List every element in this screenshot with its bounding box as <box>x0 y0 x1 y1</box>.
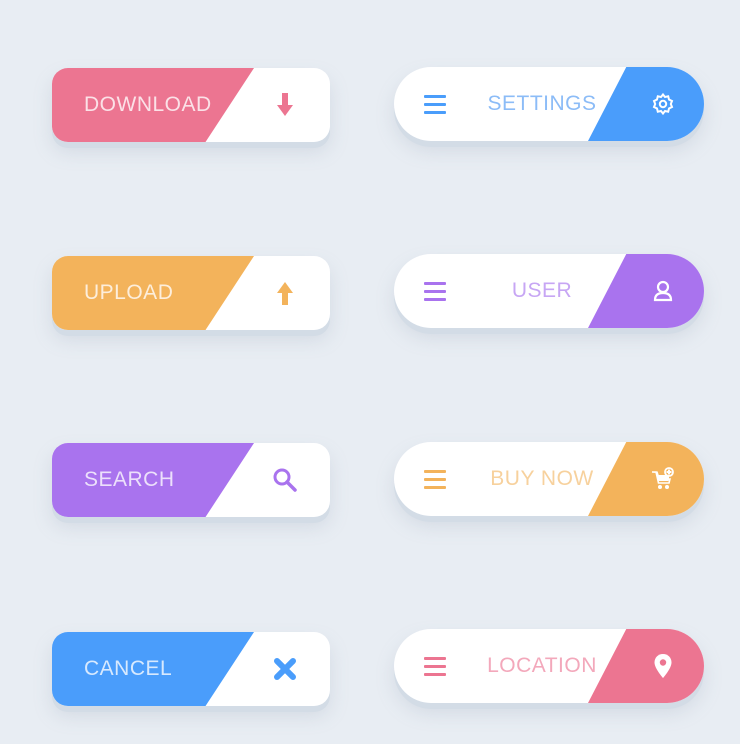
download-button[interactable]: DOWNLOAD <box>52 68 330 142</box>
search-button[interactable]: SEARCH <box>52 443 330 517</box>
menu-icon <box>424 442 448 516</box>
download-arrow-icon <box>270 68 300 142</box>
buy-now-button-label: BUY NOW <box>490 467 594 490</box>
cart-icon <box>648 442 678 516</box>
location-pin-icon <box>648 629 678 703</box>
settings-button-label: SETTINGS <box>487 92 597 115</box>
gear-icon <box>648 67 678 141</box>
upload-arrow-icon <box>270 256 300 330</box>
location-button[interactable]: LOCATION <box>394 629 704 703</box>
upload-button-label: UPLOAD <box>84 281 174 304</box>
search-button-label: SEARCH <box>84 468 175 491</box>
search-icon <box>270 443 300 517</box>
menu-icon <box>424 67 448 141</box>
cancel-button[interactable]: CANCEL <box>52 632 330 706</box>
menu-icon <box>424 254 448 328</box>
user-icon <box>648 254 678 328</box>
settings-button[interactable]: SETTINGS <box>394 67 704 141</box>
cancel-button-label: CANCEL <box>84 657 173 680</box>
menu-icon <box>424 629 448 703</box>
buy-now-button[interactable]: BUY NOW <box>394 442 704 516</box>
user-button[interactable]: USER <box>394 254 704 328</box>
location-button-label: LOCATION <box>487 654 597 677</box>
upload-button[interactable]: UPLOAD <box>52 256 330 330</box>
close-icon <box>270 632 300 706</box>
download-button-label: DOWNLOAD <box>84 93 212 116</box>
user-button-label: USER <box>511 279 573 302</box>
